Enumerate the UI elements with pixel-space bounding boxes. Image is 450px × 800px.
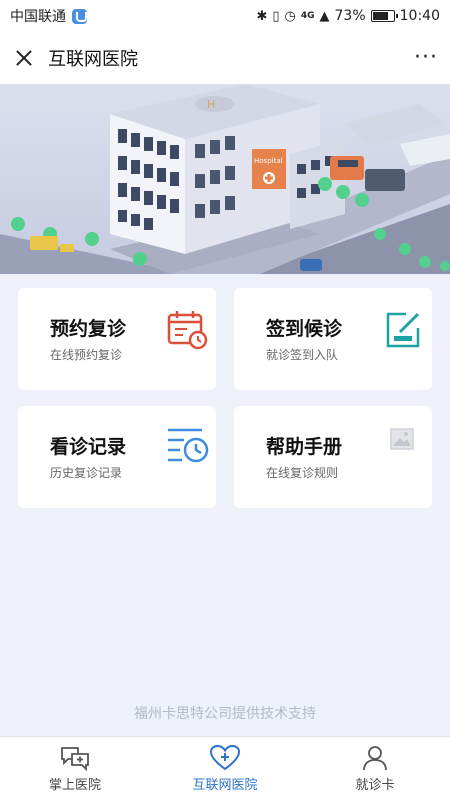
- tab-mobile-hospital[interactable]: 掌上医院: [0, 737, 150, 800]
- card-title: 看诊记录: [50, 436, 127, 458]
- card-subtitle: 在线预约复诊: [50, 348, 123, 362]
- card-appointment[interactable]: 预约复诊 在线预约复诊: [18, 288, 216, 390]
- hospital-banner: H Hospital: [0, 84, 450, 274]
- battery-icon: [370, 10, 398, 22]
- signal-icon: ▲: [319, 8, 330, 24]
- bottom-tab-bar: 掌上医院 互联网医院 就诊卡: [0, 736, 450, 800]
- heart-plus-icon: [210, 744, 240, 770]
- vibrate-icon: ▯: [272, 8, 280, 24]
- alarm-icon: ◷: [284, 8, 296, 24]
- card-help-manual[interactable]: 帮助手册 在线复诊规则: [234, 406, 432, 508]
- page-title: 互联网医院: [48, 49, 138, 70]
- card-title: 预约复诊: [50, 318, 127, 340]
- person-icon: [363, 745, 387, 770]
- image-placeholder-icon: [390, 428, 414, 450]
- tab-label: 就诊卡: [355, 777, 395, 793]
- card-visit-records[interactable]: 看诊记录 历史复诊记录: [18, 406, 216, 508]
- network-type: 4G: [300, 11, 315, 21]
- carrier-name: 中国联通: [10, 9, 66, 25]
- card-subtitle: 在线复诊规则: [266, 466, 339, 480]
- card-title: 签到候诊: [266, 318, 343, 340]
- close-icon[interactable]: [12, 46, 36, 70]
- bluetooth-icon: ✱: [256, 8, 268, 24]
- title-bar: 互联网医院 ···: [0, 32, 450, 84]
- list-clock-icon: [168, 428, 209, 463]
- card-checkin[interactable]: 签到候诊 就诊签到入队: [234, 288, 432, 390]
- battery-percent: 73%: [334, 8, 366, 24]
- tab-internet-hospital[interactable]: 互联网医院: [150, 737, 300, 800]
- tech-support-note: 福州卡思特公司提供技术支持: [134, 706, 316, 722]
- more-options-button[interactable]: ···: [414, 47, 438, 69]
- edit-square-icon: [386, 312, 420, 348]
- hospital-sign-text: Hospital: [254, 157, 283, 165]
- tab-label: 掌上医院: [48, 777, 101, 793]
- tab-medical-card[interactable]: 就诊卡: [300, 737, 450, 800]
- chat-bubbles-icon: [61, 746, 89, 771]
- clock-time: 10:40: [399, 8, 440, 24]
- card-subtitle: 就诊签到入队: [266, 348, 339, 362]
- calendar-clock-icon: [167, 311, 208, 350]
- card-title: 帮助手册: [266, 436, 343, 458]
- card-subtitle: 历史复诊记录: [50, 466, 123, 480]
- carrier-badge-icon: [72, 8, 87, 24]
- status-bar: 中国联通 ✱ ▯ ◷ 4G ▲ 73% 10:40: [0, 0, 450, 32]
- tab-label: 互联网医院: [192, 777, 258, 793]
- svg-text:H: H: [207, 98, 215, 111]
